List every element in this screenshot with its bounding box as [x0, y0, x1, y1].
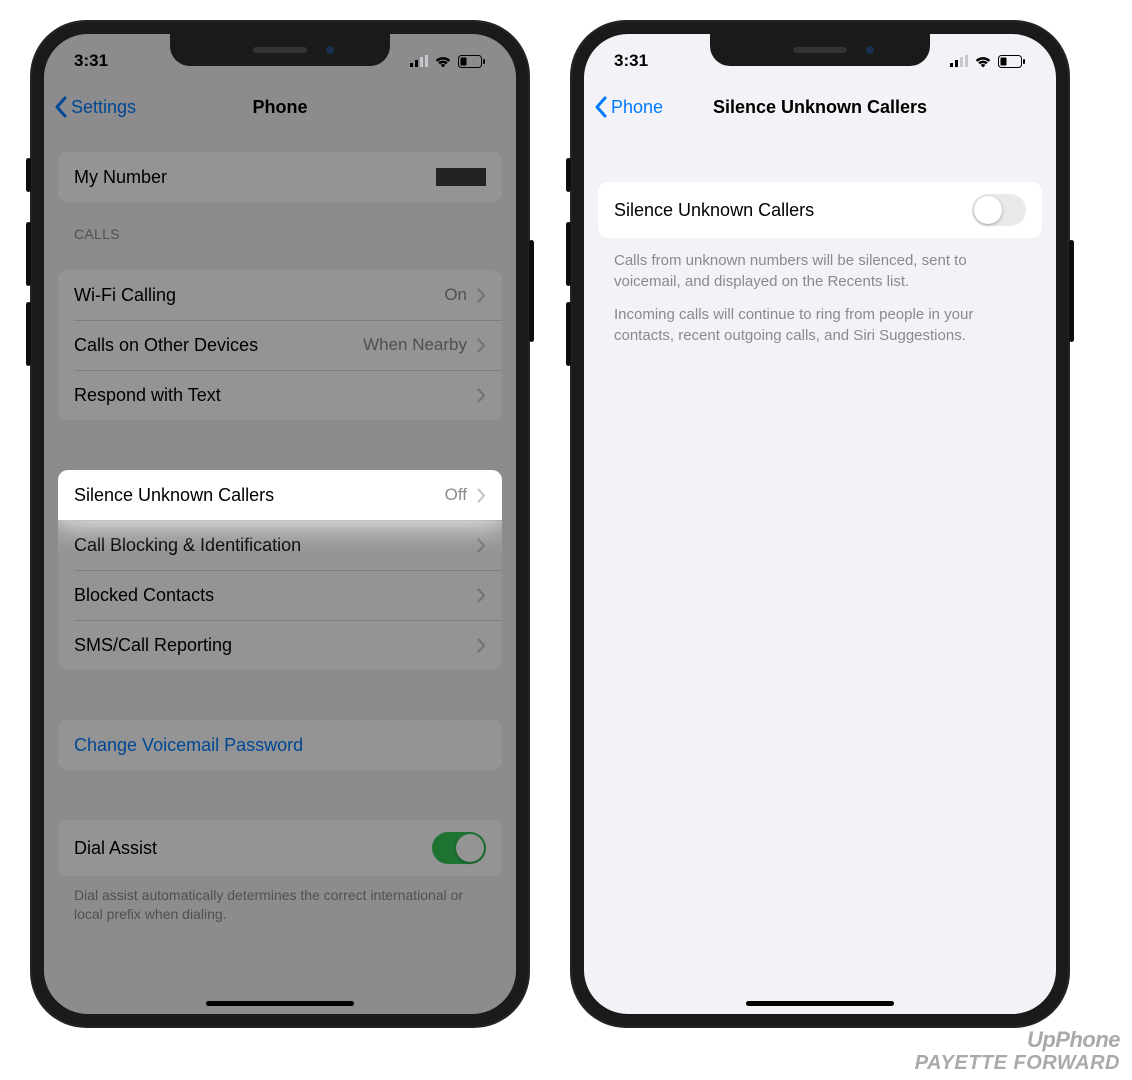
volume-down-button [566, 302, 571, 366]
respond-with-text-row[interactable]: Respond with Text [58, 370, 502, 420]
chevron-right-icon [477, 638, 486, 653]
chevron-left-icon [54, 96, 67, 118]
calls-other-devices-row[interactable]: Calls on Other Devices When Nearby [58, 320, 502, 370]
chevron-right-icon [477, 538, 486, 553]
side-button [566, 158, 571, 192]
volume-up-button [566, 222, 571, 286]
row-label: Silence Unknown Callers [74, 485, 274, 506]
chevron-right-icon [477, 588, 486, 603]
row-value: When Nearby [363, 335, 467, 355]
my-number-row[interactable]: My Number [58, 152, 502, 202]
row-label: Change Voicemail Password [74, 735, 303, 756]
row-label: Dial Assist [74, 838, 157, 859]
dial-assist-toggle[interactable] [432, 832, 486, 864]
row-label: Silence Unknown Callers [614, 200, 814, 221]
phone-frame-left: 3:31 Settings Phone My Number [30, 20, 530, 1028]
power-button [529, 240, 534, 342]
calls-section-header: CALLS [44, 202, 516, 250]
page-title: Silence Unknown Callers [713, 97, 927, 118]
change-voicemail-password-row[interactable]: Change Voicemail Password [58, 720, 502, 770]
status-time: 3:31 [74, 51, 108, 71]
back-button[interactable]: Phone [594, 96, 663, 118]
status-time: 3:31 [614, 51, 648, 71]
cellular-icon [410, 55, 428, 67]
wifi-icon [974, 55, 992, 68]
home-indicator[interactable] [206, 1001, 354, 1006]
watermark-line-1: UpPhone [915, 1028, 1120, 1052]
row-label: Calls on Other Devices [74, 335, 258, 356]
chevron-left-icon [594, 96, 607, 118]
watermark-line-2: PAYETTE FORWARD [915, 1052, 1120, 1074]
my-number-label: My Number [74, 167, 167, 188]
home-indicator[interactable] [746, 1001, 894, 1006]
screen-right: 3:31 Phone Silence Unknown Callers [584, 34, 1056, 1014]
battery-icon [458, 55, 486, 68]
volume-down-button [26, 302, 31, 366]
back-button[interactable]: Settings [54, 96, 136, 118]
row-label: Blocked Contacts [74, 585, 214, 606]
notch [710, 34, 930, 66]
description-2: Incoming calls will continue to ring fro… [584, 292, 1056, 346]
page-title: Phone [252, 97, 307, 118]
row-value: Off [445, 485, 467, 505]
screen-left: 3:31 Settings Phone My Number [44, 34, 516, 1014]
chevron-right-icon [477, 338, 486, 353]
row-label: Call Blocking & Identification [74, 535, 301, 556]
row-label: SMS/Call Reporting [74, 635, 232, 656]
phone-frame-right: 3:31 Phone Silence Unknown Callers [570, 20, 1070, 1028]
side-button [26, 158, 31, 192]
row-label: Respond with Text [74, 385, 221, 406]
back-label: Settings [71, 97, 136, 118]
notch [170, 34, 390, 66]
sms-call-reporting-row[interactable]: SMS/Call Reporting [58, 620, 502, 670]
back-label: Phone [611, 97, 663, 118]
call-blocking-row[interactable]: Call Blocking & Identification [58, 520, 502, 570]
chevron-right-icon [477, 288, 486, 303]
row-value: On [444, 285, 467, 305]
dial-assist-row[interactable]: Dial Assist [58, 820, 502, 876]
cellular-icon [950, 55, 968, 67]
silence-unknown-callers-row[interactable]: Silence Unknown Callers Off [58, 470, 502, 520]
wifi-icon [434, 55, 452, 68]
wifi-calling-row[interactable]: Wi-Fi Calling On [58, 270, 502, 320]
volume-up-button [26, 222, 31, 286]
description-1: Calls from unknown numbers will be silen… [584, 238, 1056, 292]
nav-bar: Settings Phone [44, 82, 516, 132]
nav-bar: Phone Silence Unknown Callers [584, 82, 1056, 132]
power-button [1069, 240, 1074, 342]
silence-unknown-toggle-row[interactable]: Silence Unknown Callers [598, 182, 1042, 238]
watermark: UpPhone PAYETTE FORWARD [915, 1028, 1120, 1074]
chevron-right-icon [477, 488, 486, 503]
silence-unknown-toggle[interactable] [972, 194, 1026, 226]
battery-icon [998, 55, 1026, 68]
blocked-contacts-row[interactable]: Blocked Contacts [58, 570, 502, 620]
dial-assist-footer: Dial assist automatically determines the… [44, 876, 516, 924]
chevron-right-icon [477, 388, 486, 403]
row-label: Wi-Fi Calling [74, 285, 176, 306]
redacted-number [436, 168, 486, 186]
